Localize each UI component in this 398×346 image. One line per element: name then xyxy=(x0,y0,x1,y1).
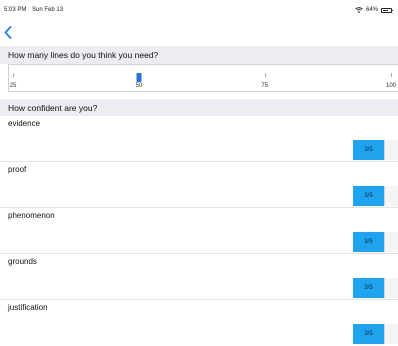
lines-slider[interactable]: 25 50 75 100 xyxy=(8,64,398,92)
wifi-icon xyxy=(355,7,363,13)
battery-percent: 64% xyxy=(365,7,378,13)
rating-track-end[interactable] xyxy=(384,278,398,298)
status-right: 64% xyxy=(355,7,393,13)
question-confidence-header: How confident are you? xyxy=(0,99,398,116)
rating-value: 3/5 xyxy=(364,285,373,291)
question-lines-header: How many lines do you think you need? xyxy=(0,46,398,64)
rating-button[interactable]: 3/5 xyxy=(353,324,384,344)
confidence-row-phenomenon: phenomenon 3/5 xyxy=(0,208,398,254)
slider-tick-label-50: 50 xyxy=(135,83,143,89)
confidence-row-justification: justification 3/5 xyxy=(0,300,398,346)
rating-value: 3/5 xyxy=(364,331,373,337)
row-label: phenomenon xyxy=(8,211,55,220)
slider-tick xyxy=(13,73,14,77)
back-button[interactable] xyxy=(4,24,16,40)
confidence-row-evidence: evidence 3/5 xyxy=(0,116,398,162)
question-confidence-title: How confident are you? xyxy=(8,102,98,113)
chevron-left-icon xyxy=(4,25,12,39)
row-label: grounds xyxy=(8,257,37,266)
row-label: evidence xyxy=(8,119,41,128)
slider-tick xyxy=(391,73,392,77)
rating-track-end[interactable] xyxy=(384,232,398,252)
slider-tick-label-75: 75 xyxy=(261,83,269,89)
rating-value: 3/5 xyxy=(364,147,373,153)
slider-tick-label-25: 25 xyxy=(9,83,17,89)
rating-track-end[interactable] xyxy=(384,140,398,160)
battery-icon xyxy=(381,7,393,13)
rating-track-end[interactable] xyxy=(384,186,398,206)
rating-button[interactable]: 3/5 xyxy=(353,140,384,160)
confidence-row-grounds: grounds 3/5 xyxy=(0,254,398,300)
row-label: justification xyxy=(8,303,48,312)
rating-button[interactable]: 3/5 xyxy=(353,278,384,298)
rating-button[interactable]: 3/5 xyxy=(353,232,384,252)
rating-value: 3/5 xyxy=(364,239,373,245)
row-label: proof xyxy=(8,165,27,174)
rating-value: 3/5 xyxy=(364,193,373,199)
confidence-row-proof: proof 3/5 xyxy=(0,162,398,208)
status-date: Sun Feb 13 xyxy=(32,7,64,13)
status-time: 5:03 PM Sun Feb 13 xyxy=(4,7,63,13)
slider-tick-label-100: 100 xyxy=(385,83,397,89)
slider-tick xyxy=(264,73,266,77)
rating-track-end[interactable] xyxy=(384,324,398,344)
slider-thumb[interactable] xyxy=(136,73,142,82)
status-clock: 5:03 PM xyxy=(4,7,27,13)
rating-button[interactable]: 3/5 xyxy=(353,186,384,206)
question-lines-title: How many lines do you think you need? xyxy=(8,50,159,60)
status-bar: 5:03 PM Sun Feb 13 64% xyxy=(0,0,398,18)
